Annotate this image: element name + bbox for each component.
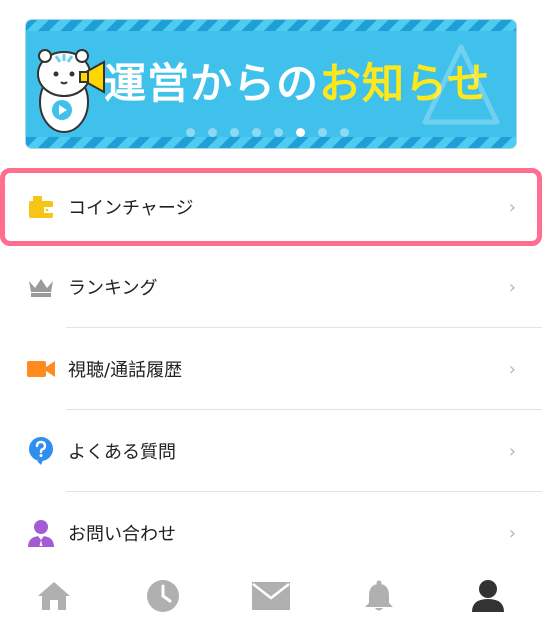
mail-icon	[252, 582, 291, 610]
home-icon	[38, 582, 71, 610]
bell-icon	[365, 580, 394, 611]
pagination-dot[interactable]	[208, 128, 217, 137]
menu-item-label: コインチャージ	[68, 198, 194, 219]
wallet-icon	[26, 192, 56, 222]
pagination-dot[interactable]	[340, 128, 349, 137]
menu-list: コインチャージ › ランキング › 視聴/通話履歴 › よくある質問 › お問い…	[0, 168, 542, 574]
bottom-tab-bar	[0, 571, 542, 621]
triangle-watermark-icon	[422, 44, 500, 125]
banner-stripe-top	[26, 20, 516, 31]
menu-item-label: ランキング	[68, 278, 158, 299]
video-camera-icon	[26, 354, 56, 384]
menu-item-coin-charge[interactable]: コインチャージ ›	[0, 168, 542, 246]
tab-home[interactable]	[0, 571, 108, 621]
menu-item-ranking[interactable]: ランキング ›	[0, 246, 542, 328]
banner-pagination	[186, 128, 349, 137]
pagination-dot[interactable]	[252, 128, 261, 137]
menu-item-contact[interactable]: お問い合わせ ›	[0, 492, 542, 574]
chevron-right-icon: ›	[508, 522, 516, 544]
menu-item-label: お問い合わせ	[68, 524, 176, 545]
menu-item-label: 視聴/通話履歴	[68, 360, 183, 381]
chevron-right-icon: ›	[508, 358, 516, 380]
pagination-dot[interactable]	[230, 128, 239, 137]
tab-notifications[interactable]	[325, 571, 433, 621]
crown-icon	[26, 272, 56, 302]
tab-my-page[interactable]	[434, 571, 542, 621]
chevron-right-icon: ›	[508, 196, 516, 218]
user-icon	[471, 580, 504, 612]
support-person-icon	[26, 518, 56, 548]
menu-item-faq[interactable]: よくある質問 ›	[0, 410, 542, 492]
pagination-dot[interactable]	[296, 128, 305, 137]
pagination-dot[interactable]	[186, 128, 195, 137]
tab-messages[interactable]	[217, 571, 325, 621]
banner-section: 運営からのお知らせ	[0, 0, 542, 173]
menu-item-label: よくある質問	[68, 442, 176, 463]
banner-stripe-bottom	[26, 137, 516, 148]
chevron-right-icon: ›	[508, 276, 516, 298]
clock-icon	[146, 580, 179, 612]
banner-title-white: 運営からの	[104, 59, 320, 108]
menu-item-history[interactable]: 視聴/通話履歴 ›	[0, 328, 542, 410]
pagination-dot[interactable]	[318, 128, 327, 137]
pagination-dot[interactable]	[274, 128, 283, 137]
question-icon	[26, 436, 56, 466]
chevron-right-icon: ›	[508, 440, 516, 462]
tab-history[interactable]	[108, 571, 216, 621]
